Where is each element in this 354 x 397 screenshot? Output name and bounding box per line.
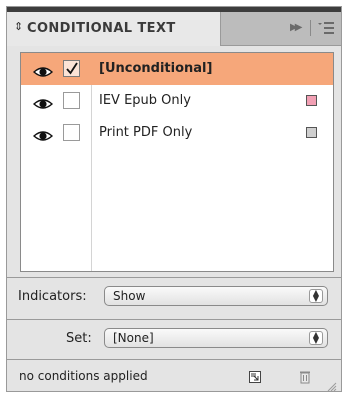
panel-menu-icon[interactable] bbox=[317, 20, 335, 36]
divider bbox=[7, 359, 341, 360]
panel-header: ⇕ CONDITIONAL TEXT ▶▶ bbox=[7, 12, 341, 46]
condition-row-unconditional[interactable]: [Unconditional] bbox=[21, 53, 333, 85]
eye-icon[interactable] bbox=[32, 63, 54, 77]
trash-icon[interactable] bbox=[298, 369, 312, 384]
condition-label: IEV Epub Only bbox=[99, 93, 191, 108]
divider bbox=[7, 277, 341, 278]
indicators-dropdown[interactable]: Show ▲ ▼ bbox=[104, 286, 328, 306]
condition-color-swatch[interactable] bbox=[306, 127, 317, 138]
divider bbox=[7, 319, 341, 320]
tab-conditional-text[interactable]: ⇕ CONDITIONAL TEXT bbox=[7, 12, 221, 46]
eye-icon[interactable] bbox=[32, 95, 54, 109]
set-label: Set: bbox=[66, 331, 92, 346]
condition-checkbox[interactable] bbox=[63, 124, 80, 141]
condition-row-print-pdf[interactable]: Print PDF Only bbox=[21, 117, 333, 149]
condition-label: [Unconditional] bbox=[99, 61, 213, 76]
dropdown-arrows-icon: ▲ ▼ bbox=[309, 331, 323, 345]
conditional-text-panel: ⇕ CONDITIONAL TEXT ▶▶ [Unconditional] IE… bbox=[6, 6, 342, 392]
header-divider bbox=[310, 20, 311, 36]
condition-row-iev-epub[interactable]: IEV Epub Only bbox=[21, 85, 333, 117]
status-text: no conditions applied bbox=[19, 369, 148, 383]
panel-title: CONDITIONAL TEXT bbox=[27, 21, 176, 36]
set-dropdown[interactable]: [None] ▲ ▼ bbox=[104, 328, 328, 348]
conditions-list[interactable]: [Unconditional] IEV Epub Only Print PDF … bbox=[20, 52, 334, 272]
indicators-value: Show bbox=[113, 289, 146, 303]
dropdown-arrows-icon: ▲ ▼ bbox=[309, 289, 323, 303]
collapse-toggle-icon[interactable]: ⇕ bbox=[14, 20, 23, 33]
condition-checkbox[interactable] bbox=[63, 92, 80, 109]
indicators-label: Indicators: bbox=[18, 289, 87, 304]
set-value: [None] bbox=[113, 331, 154, 345]
condition-color-swatch[interactable] bbox=[306, 95, 317, 106]
condition-label: Print PDF Only bbox=[99, 125, 193, 140]
eye-icon[interactable] bbox=[32, 127, 54, 141]
condition-checkbox[interactable] bbox=[63, 60, 80, 77]
new-condition-icon[interactable] bbox=[248, 369, 262, 383]
expand-panel-icon[interactable]: ▶▶ bbox=[290, 22, 303, 33]
resize-grip-icon[interactable] bbox=[327, 377, 337, 392]
